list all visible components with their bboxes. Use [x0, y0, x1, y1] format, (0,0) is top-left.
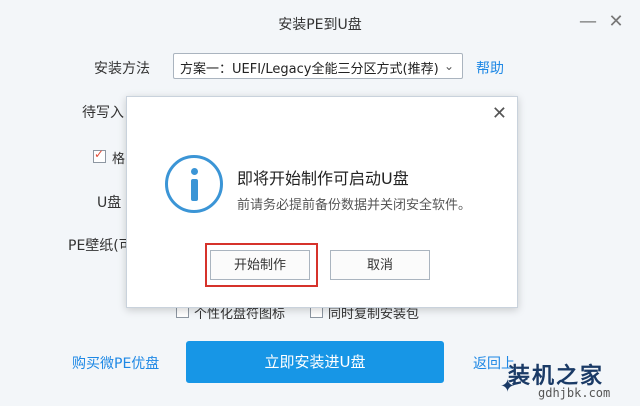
- start-button[interactable]: 开始制作: [210, 250, 310, 280]
- info-icon-dot: [191, 168, 198, 175]
- dialog-heading: 即将开始制作可启动U盘: [237, 169, 409, 188]
- dialog-subtext: 前请务必提前备份数据并关闭安全软件。: [237, 198, 472, 213]
- info-icon: [165, 155, 223, 213]
- dialog-close-icon[interactable]: ✕: [492, 103, 507, 124]
- info-icon-bar: [191, 179, 198, 201]
- cancel-button[interactable]: 取消: [330, 250, 430, 280]
- modal-overlay: ✕ 即将开始制作可启动U盘 前请务必提前备份数据并关闭安全软件。 开始制作 取消: [0, 0, 640, 406]
- confirm-dialog: ✕ 即将开始制作可启动U盘 前请务必提前备份数据并关闭安全软件。 开始制作 取消: [126, 96, 518, 308]
